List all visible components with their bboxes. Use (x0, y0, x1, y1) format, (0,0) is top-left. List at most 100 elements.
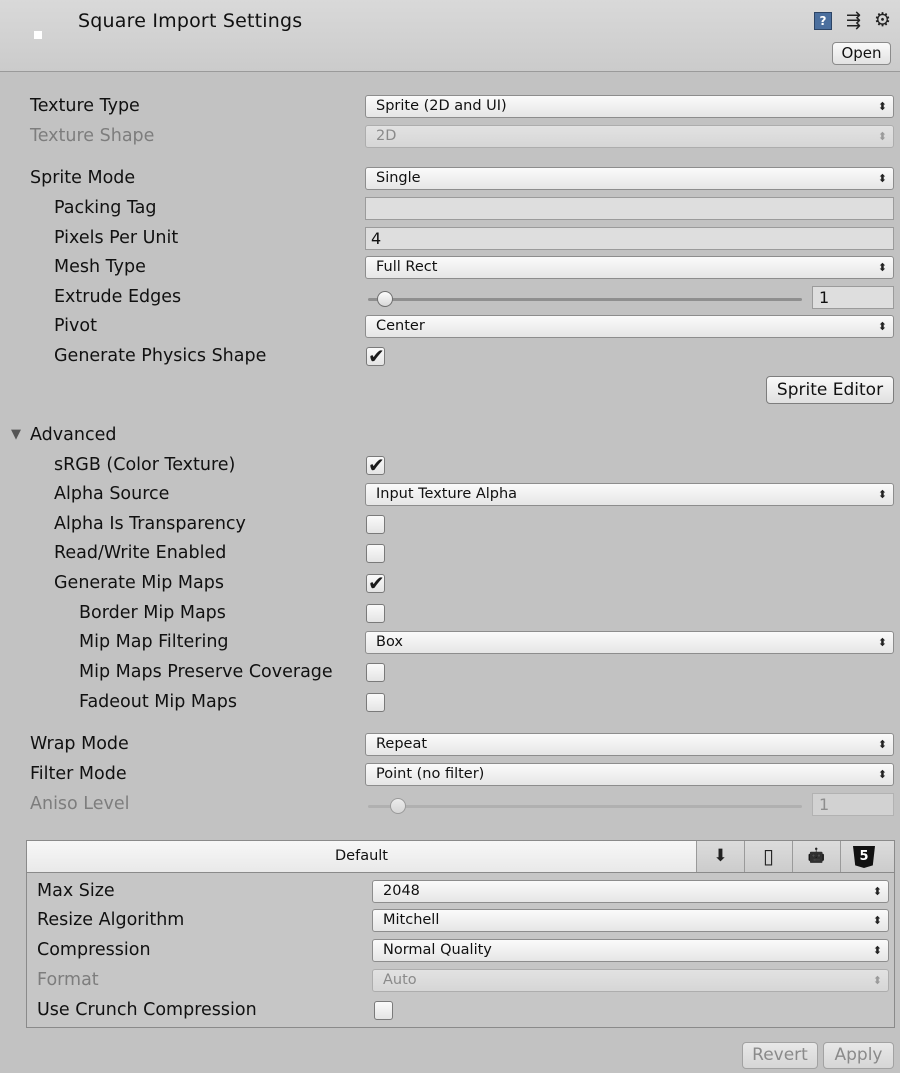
texture-type-label: Texture Type (30, 96, 140, 116)
format-row: Format Auto ⬍ (27, 967, 894, 995)
compression-label: Compression (37, 940, 151, 960)
tab-default[interactable]: Default (27, 841, 697, 872)
filter-mode-label: Filter Mode (30, 764, 127, 784)
fadeout-mip-maps-checkbox[interactable] (366, 693, 385, 712)
sprite-editor-button[interactable]: Sprite Editor (766, 376, 894, 404)
texture-type-value: Sprite (2D and UI) (376, 98, 507, 114)
dropdown-arrow-icon: ⬍ (872, 974, 882, 987)
resize-algorithm-dropdown[interactable]: Mitchell ⬍ (372, 909, 889, 932)
alpha-source-dropdown[interactable]: Input Texture Alpha ⬍ (365, 483, 894, 506)
read-write-checkbox[interactable] (366, 544, 385, 563)
alpha-source-row: Alpha Source Input Texture Alpha ⬍ (0, 481, 900, 509)
dropdown-arrow-icon: ⬍ (872, 944, 882, 957)
max-size-label: Max Size (37, 881, 115, 901)
open-button[interactable]: Open (832, 42, 891, 65)
dropdown-arrow-icon: ⬍ (877, 488, 887, 501)
generate-mip-maps-checkbox[interactable]: ✔ (366, 571, 385, 595)
apply-button[interactable]: Apply (823, 1042, 894, 1069)
format-dropdown: Auto ⬍ (372, 969, 889, 992)
extrude-edges-field[interactable]: 1 (812, 286, 894, 309)
advanced-foldout[interactable]: ▼ Advanced (0, 422, 900, 450)
aniso-level-slider-track (368, 805, 802, 808)
resize-algorithm-value: Mitchell (383, 912, 440, 928)
max-size-value: 2048 (383, 883, 420, 899)
border-mip-maps-label: Border Mip Maps (79, 603, 226, 623)
wrap-mode-label: Wrap Mode (30, 734, 129, 754)
dropdown-arrow-icon: ⬍ (877, 738, 887, 751)
mip-maps-preserve-coverage-row: Mip Maps Preserve Coverage (0, 659, 900, 687)
use-crunch-row: Use Crunch Compression (27, 997, 894, 1025)
pixels-per-unit-field[interactable]: 4 (365, 227, 894, 250)
gear-icon[interactable]: ⚙ (874, 9, 891, 31)
tab-ios[interactable]: ▯ (745, 841, 793, 872)
mip-map-filtering-label: Mip Map Filtering (79, 632, 229, 652)
resize-algorithm-label: Resize Algorithm (37, 910, 185, 930)
extrude-edges-slider-track[interactable] (368, 298, 802, 301)
platform-tabs: Default ⬇ ▯ 🤖 5 (27, 841, 894, 873)
generate-physics-shape-checkbox[interactable]: ✔ (366, 344, 385, 368)
aniso-level-label: Aniso Level (30, 794, 130, 814)
generate-physics-shape-label: Generate Physics Shape (54, 346, 267, 366)
phone-icon: ▯ (762, 844, 774, 868)
dropdown-arrow-icon: ⬍ (877, 261, 887, 274)
presets-icon[interactable]: ⇶ (846, 10, 861, 31)
dropdown-arrow-icon: ⬍ (872, 885, 882, 898)
tab-android[interactable]: 🤖 (793, 841, 841, 872)
resize-algorithm-row: Resize Algorithm Mitchell ⬍ (27, 907, 894, 935)
tab-webgl[interactable]: 5 (841, 841, 894, 872)
sprite-mode-dropdown[interactable]: Single ⬍ (365, 167, 894, 190)
dropdown-arrow-icon: ⬍ (877, 100, 887, 113)
compression-dropdown[interactable]: Normal Quality ⬍ (372, 939, 889, 962)
help-icon[interactable]: ? (814, 12, 832, 30)
wrap-mode-dropdown[interactable]: Repeat ⬍ (365, 733, 894, 756)
filter-mode-dropdown[interactable]: Point (no filter) ⬍ (365, 763, 894, 786)
android-icon: 🤖 (807, 848, 826, 864)
packing-tag-label: Packing Tag (54, 198, 157, 218)
format-label: Format (37, 970, 99, 990)
texture-type-row: Texture Type Sprite (2D and UI) ⬍ (0, 93, 900, 121)
mesh-type-row: Mesh Type Full Rect ⬍ (0, 254, 900, 282)
alpha-is-transparency-label: Alpha Is Transparency (54, 514, 246, 534)
mesh-type-label: Mesh Type (54, 257, 146, 277)
texture-shape-dropdown: 2D ⬍ (365, 125, 894, 148)
compression-row: Compression Normal Quality ⬍ (27, 937, 894, 965)
tab-standalone[interactable]: ⬇ (697, 841, 745, 872)
check-icon: ✔ (368, 344, 385, 368)
fadeout-mip-maps-label: Fadeout Mip Maps (79, 692, 237, 712)
srgb-checkbox[interactable]: ✔ (366, 453, 385, 477)
dropdown-arrow-icon: ⬍ (877, 172, 887, 185)
foldout-arrow-icon[interactable]: ▼ (11, 427, 21, 442)
dropdown-arrow-icon: ⬍ (877, 130, 887, 143)
extrude-edges-slider-handle[interactable] (377, 291, 393, 307)
srgb-row: sRGB (Color Texture) ✔ (0, 452, 900, 480)
generate-physics-shape-row: Generate Physics Shape ✔ (0, 343, 900, 371)
pivot-dropdown[interactable]: Center ⬍ (365, 315, 894, 338)
aniso-level-slider-handle (390, 798, 406, 814)
download-icon: ⬇ (713, 846, 728, 866)
mip-maps-preserve-coverage-checkbox[interactable] (366, 663, 385, 682)
revert-button[interactable]: Revert (742, 1042, 818, 1069)
mesh-type-value: Full Rect (376, 259, 438, 275)
generate-mip-maps-row: Generate Mip Maps ✔ (0, 570, 900, 598)
page-title: Square Import Settings (78, 10, 303, 32)
mesh-type-dropdown[interactable]: Full Rect ⬍ (365, 256, 894, 279)
texture-type-dropdown[interactable]: Sprite (2D and UI) ⬍ (365, 95, 894, 118)
packing-tag-field[interactable] (365, 197, 894, 220)
advanced-label[interactable]: Advanced (30, 425, 116, 445)
max-size-dropdown[interactable]: 2048 ⬍ (372, 880, 889, 903)
pivot-label: Pivot (54, 316, 97, 336)
extrude-edges-row: Extrude Edges 1 (0, 284, 900, 312)
pivot-row: Pivot Center ⬍ (0, 313, 900, 341)
texture-shape-row: Texture Shape 2D ⬍ (0, 123, 900, 151)
mip-maps-preserve-coverage-label: Mip Maps Preserve Coverage (79, 662, 333, 682)
border-mip-maps-checkbox[interactable] (366, 604, 385, 623)
use-crunch-checkbox[interactable] (374, 1001, 393, 1020)
mip-map-filtering-dropdown[interactable]: Box ⬍ (365, 631, 894, 654)
check-icon: ✔ (368, 571, 385, 595)
read-write-row: Read/Write Enabled (0, 540, 900, 568)
alpha-is-transparency-row: Alpha Is Transparency (0, 511, 900, 539)
alpha-is-transparency-checkbox[interactable] (366, 515, 385, 534)
dropdown-arrow-icon: ⬍ (877, 320, 887, 333)
use-crunch-label: Use Crunch Compression (37, 1000, 257, 1020)
dropdown-arrow-icon: ⬍ (877, 768, 887, 781)
